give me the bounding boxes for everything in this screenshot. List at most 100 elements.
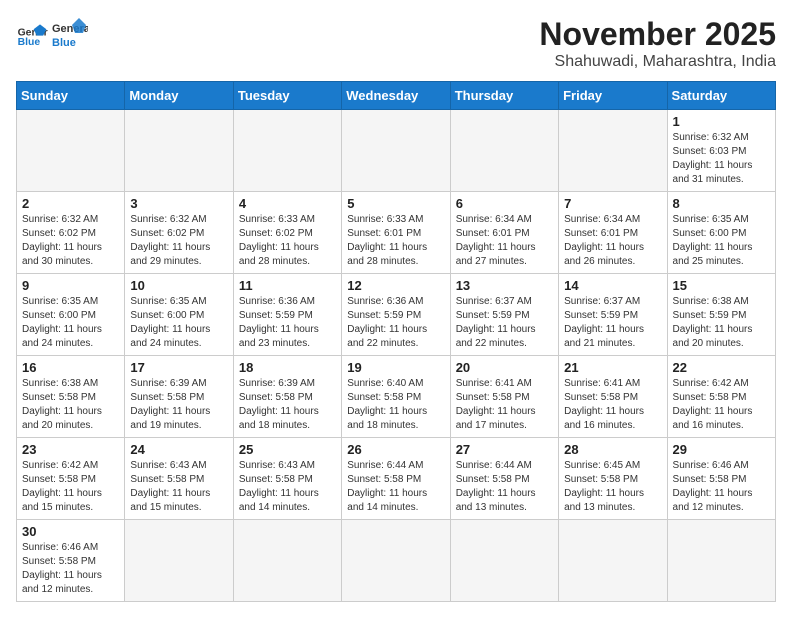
day-info: Sunrise: 6:34 AM Sunset: 6:01 PM Dayligh… xyxy=(456,213,553,269)
day-number: 13 xyxy=(456,278,553,293)
generalblue-logo-graphic: General Blue xyxy=(52,16,88,52)
calendar-cell: 1 Sunrise: 6:32 AM Sunset: 6:03 PM Daylig… xyxy=(667,110,775,192)
day-number: 11 xyxy=(239,278,336,293)
day-number: 5 xyxy=(347,196,444,211)
day-number: 2 xyxy=(22,196,119,211)
calendar-cell xyxy=(667,520,775,602)
weekday-header-sunday: Sunday xyxy=(17,82,125,110)
day-info: Sunrise: 6:46 AM Sunset: 5:58 PM Dayligh… xyxy=(673,459,770,515)
day-info: Sunrise: 6:40 AM Sunset: 5:58 PM Dayligh… xyxy=(347,377,444,433)
day-number: 17 xyxy=(130,360,227,375)
day-number: 20 xyxy=(456,360,553,375)
calendar-cell: 18Sunrise: 6:39 AM Sunset: 5:58 PM Dayli… xyxy=(233,356,341,438)
day-number: 4 xyxy=(239,196,336,211)
day-number: 25 xyxy=(239,442,336,457)
calendar-cell: 11 Sunrise: 6:36 AM Sunset: 5:59 PM Dayli… xyxy=(233,274,341,356)
calendar-week-row: 16 Sunrise: 6:38 AM Sunset: 5:58 PM Dayli… xyxy=(17,356,776,438)
day-info: Sunrise: 6:37 AM Sunset: 5:59 PM Dayligh… xyxy=(564,295,661,351)
day-number: 26 xyxy=(347,442,444,457)
calendar-cell: 10Sunrise: 6:35 AM Sunset: 6:00 PM Dayli… xyxy=(125,274,233,356)
calendar-cell: 15Sunrise: 6:38 AM Sunset: 5:59 PM Dayli… xyxy=(667,274,775,356)
day-number: 9 xyxy=(22,278,119,293)
calendar-cell xyxy=(450,520,558,602)
day-info: Sunrise: 6:43 AM Sunset: 5:58 PM Dayligh… xyxy=(239,459,336,515)
day-info: Sunrise: 6:32 AM Sunset: 6:02 PM Dayligh… xyxy=(130,213,227,269)
calendar-week-row: 9 Sunrise: 6:35 AM Sunset: 6:00 PM Daylig… xyxy=(17,274,776,356)
day-info: Sunrise: 6:32 AM Sunset: 6:03 PM Dayligh… xyxy=(673,131,770,187)
calendar-cell xyxy=(559,520,667,602)
calendar-cell xyxy=(17,110,125,192)
calendar-cell: 5 Sunrise: 6:33 AM Sunset: 6:01 PM Daylig… xyxy=(342,192,450,274)
day-info: Sunrise: 6:33 AM Sunset: 6:01 PM Dayligh… xyxy=(347,213,444,269)
day-info: Sunrise: 6:39 AM Sunset: 5:58 PM Dayligh… xyxy=(130,377,227,433)
calendar-cell: 16 Sunrise: 6:38 AM Sunset: 5:58 PM Dayli… xyxy=(17,356,125,438)
calendar-cell: 4 Sunrise: 6:33 AM Sunset: 6:02 PM Daylig… xyxy=(233,192,341,274)
calendar-week-row: 1 Sunrise: 6:32 AM Sunset: 6:03 PM Daylig… xyxy=(17,110,776,192)
day-number: 12 xyxy=(347,278,444,293)
day-number: 21 xyxy=(564,360,661,375)
day-info: Sunrise: 6:36 AM Sunset: 5:59 PM Dayligh… xyxy=(239,295,336,351)
calendar-table: SundayMondayTuesdayWednesdayThursdayFrid… xyxy=(16,81,776,602)
day-info: Sunrise: 6:46 AM Sunset: 5:58 PM Dayligh… xyxy=(22,541,119,597)
calendar-week-row: 23Sunrise: 6:42 AM Sunset: 5:58 PM Dayli… xyxy=(17,438,776,520)
weekday-header-monday: Monday xyxy=(125,82,233,110)
day-info: Sunrise: 6:35 AM Sunset: 6:00 PM Dayligh… xyxy=(22,295,119,351)
weekday-header-saturday: Saturday xyxy=(667,82,775,110)
calendar-cell: 22 Sunrise: 6:42 AM Sunset: 5:58 PM Dayli… xyxy=(667,356,775,438)
calendar-cell: 12Sunrise: 6:36 AM Sunset: 5:59 PM Dayli… xyxy=(342,274,450,356)
day-info: Sunrise: 6:34 AM Sunset: 6:01 PM Dayligh… xyxy=(564,213,661,269)
day-number: 1 xyxy=(673,114,770,129)
calendar-week-row: 2 Sunrise: 6:32 AM Sunset: 6:02 PM Daylig… xyxy=(17,192,776,274)
day-number: 22 xyxy=(673,360,770,375)
calendar-cell: 17 Sunrise: 6:39 AM Sunset: 5:58 PM Dayli… xyxy=(125,356,233,438)
weekday-header-thursday: Thursday xyxy=(450,82,558,110)
day-info: Sunrise: 6:42 AM Sunset: 5:58 PM Dayligh… xyxy=(673,377,770,433)
calendar-cell: 3Sunrise: 6:32 AM Sunset: 6:02 PM Daylig… xyxy=(125,192,233,274)
day-number: 16 xyxy=(22,360,119,375)
day-number: 29 xyxy=(673,442,770,457)
calendar-cell: 14 Sunrise: 6:37 AM Sunset: 5:59 PM Dayli… xyxy=(559,274,667,356)
calendar-cell: 9 Sunrise: 6:35 AM Sunset: 6:00 PM Daylig… xyxy=(17,274,125,356)
day-info: Sunrise: 6:45 AM Sunset: 5:58 PM Dayligh… xyxy=(564,459,661,515)
calendar-cell: 20 Sunrise: 6:41 AM Sunset: 5:58 PM Dayli… xyxy=(450,356,558,438)
day-number: 30 xyxy=(22,524,119,539)
day-number: 24 xyxy=(130,442,227,457)
calendar-cell xyxy=(342,110,450,192)
calendar-cell xyxy=(342,520,450,602)
day-info: Sunrise: 6:35 AM Sunset: 6:00 PM Dayligh… xyxy=(673,213,770,269)
calendar-cell: 27Sunrise: 6:44 AM Sunset: 5:58 PM Dayli… xyxy=(450,438,558,520)
day-info: Sunrise: 6:43 AM Sunset: 5:58 PM Dayligh… xyxy=(130,459,227,515)
day-number: 7 xyxy=(564,196,661,211)
calendar-cell xyxy=(559,110,667,192)
calendar-cell xyxy=(125,520,233,602)
day-number: 6 xyxy=(456,196,553,211)
calendar-cell xyxy=(233,110,341,192)
calendar-week-row: 30 Sunrise: 6:46 AM Sunset: 5:58 PM Dayli… xyxy=(17,520,776,602)
weekday-header-friday: Friday xyxy=(559,82,667,110)
calendar-cell: 21Sunrise: 6:41 AM Sunset: 5:58 PM Dayli… xyxy=(559,356,667,438)
calendar-cell: 13Sunrise: 6:37 AM Sunset: 5:59 PM Dayli… xyxy=(450,274,558,356)
day-number: 10 xyxy=(130,278,227,293)
calendar-cell: 23Sunrise: 6:42 AM Sunset: 5:58 PM Dayli… xyxy=(17,438,125,520)
day-info: Sunrise: 6:38 AM Sunset: 5:59 PM Dayligh… xyxy=(673,295,770,351)
title-block: November 2025 Shahuwadi, Maharashtra, In… xyxy=(539,16,776,71)
calendar-cell: 19Sunrise: 6:40 AM Sunset: 5:58 PM Dayli… xyxy=(342,356,450,438)
calendar-cell: 29 Sunrise: 6:46 AM Sunset: 5:58 PM Dayli… xyxy=(667,438,775,520)
day-info: Sunrise: 6:41 AM Sunset: 5:58 PM Dayligh… xyxy=(456,377,553,433)
day-info: Sunrise: 6:38 AM Sunset: 5:58 PM Dayligh… xyxy=(22,377,119,433)
calendar-cell xyxy=(125,110,233,192)
logo: General Blue General Blue xyxy=(16,16,88,52)
calendar-cell xyxy=(233,520,341,602)
calendar-cell: 24 Sunrise: 6:43 AM Sunset: 5:58 PM Dayli… xyxy=(125,438,233,520)
calendar-cell: 26Sunrise: 6:44 AM Sunset: 5:58 PM Dayli… xyxy=(342,438,450,520)
logo-icon: General Blue xyxy=(16,18,48,50)
weekday-header-tuesday: Tuesday xyxy=(233,82,341,110)
day-info: Sunrise: 6:33 AM Sunset: 6:02 PM Dayligh… xyxy=(239,213,336,269)
day-number: 28 xyxy=(564,442,661,457)
weekday-header-row: SundayMondayTuesdayWednesdayThursdayFrid… xyxy=(17,82,776,110)
day-number: 14 xyxy=(564,278,661,293)
svg-text:Blue: Blue xyxy=(18,37,41,48)
calendar-cell xyxy=(450,110,558,192)
calendar-cell: 30 Sunrise: 6:46 AM Sunset: 5:58 PM Dayli… xyxy=(17,520,125,602)
calendar-cell: 2Sunrise: 6:32 AM Sunset: 6:02 PM Daylig… xyxy=(17,192,125,274)
